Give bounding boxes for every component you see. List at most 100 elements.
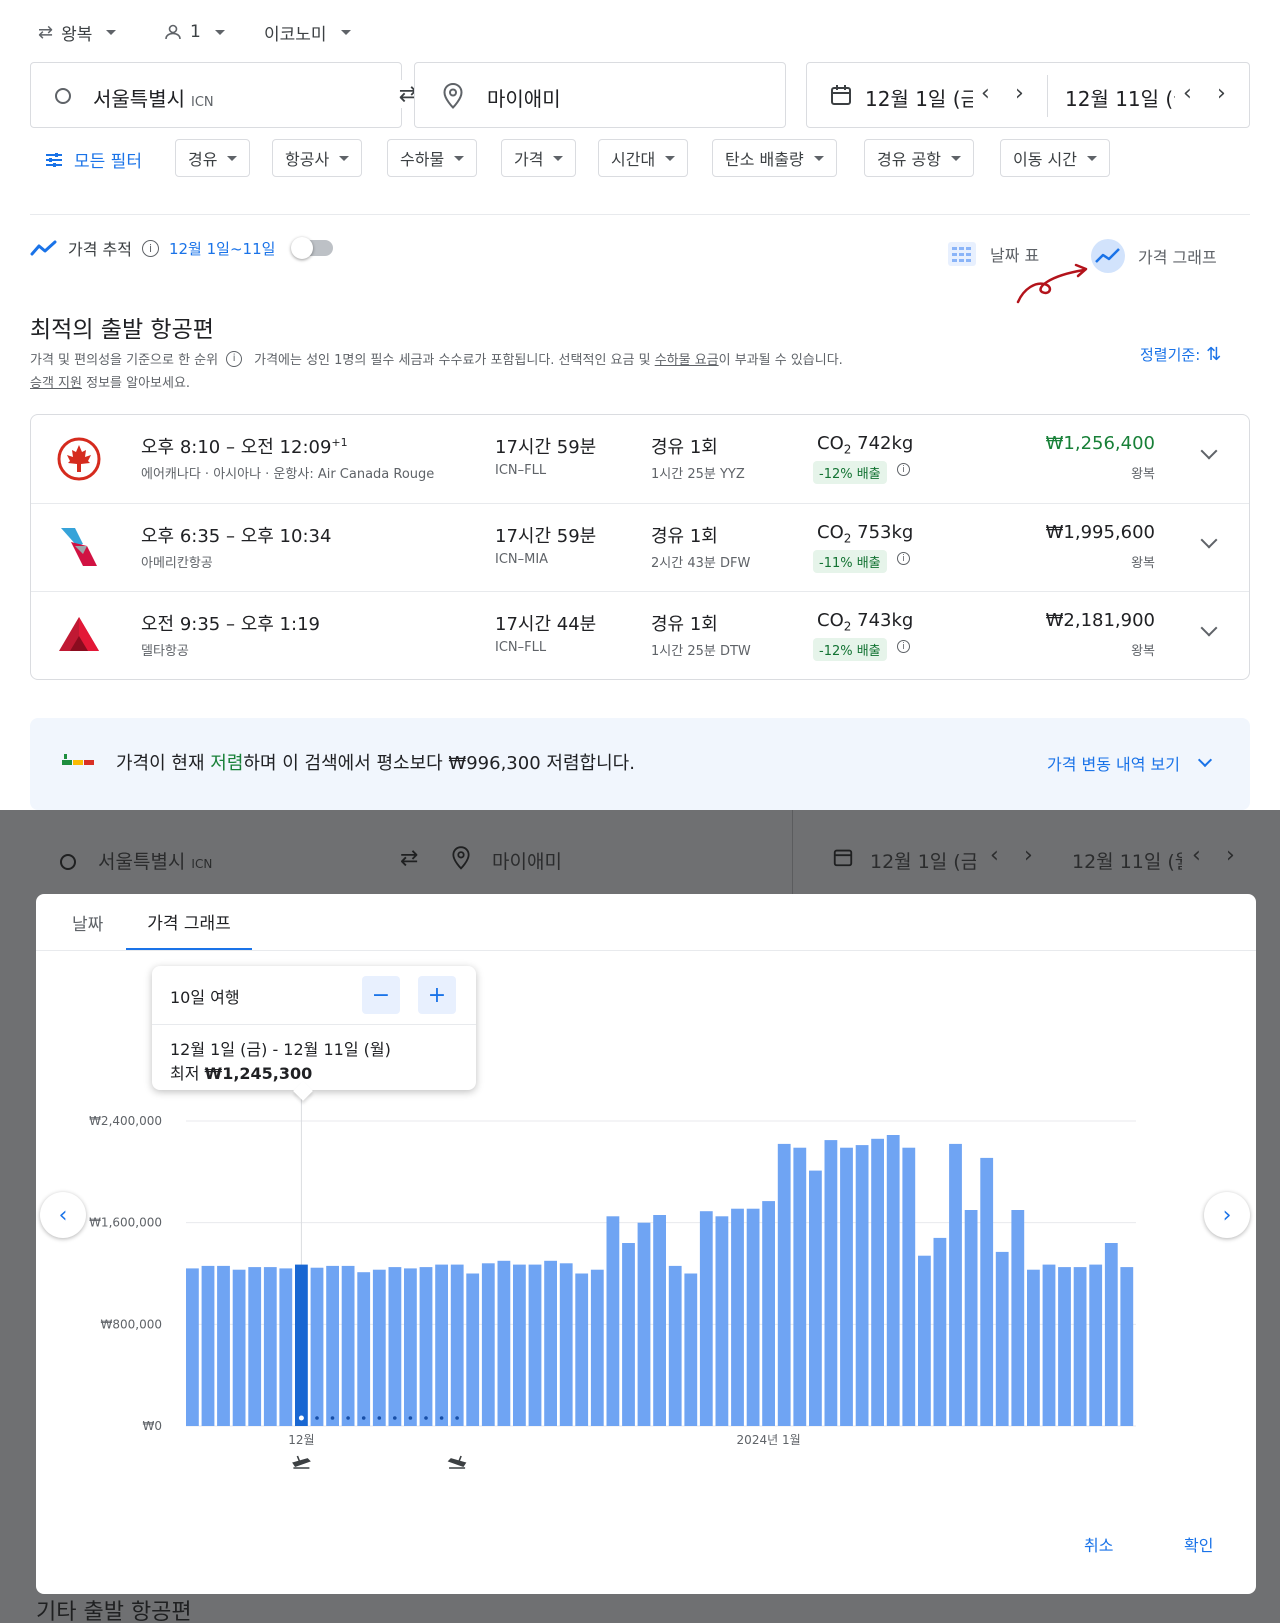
flight-row[interactable]: 오전 9:35 – 오후 1:19 델타항공 17시간 44분 ICN–FLL … [31,591,1249,679]
price-bar[interactable] [793,1147,807,1426]
price-bar[interactable] [435,1264,448,1426]
destination-field[interactable]: 마이애미 [414,62,786,128]
price-bar[interactable] [575,1273,589,1427]
filter-chip-times[interactable]: 시간대 [598,139,689,177]
price-bar[interactable] [1120,1267,1134,1426]
info-icon[interactable]: i [226,350,243,367]
next-depart-chevron-icon[interactable]: › [1015,81,1024,106]
price-bar[interactable] [824,1140,838,1426]
price-bar[interactable] [248,1267,262,1426]
price-bar[interactable] [481,1263,495,1426]
price-bar[interactable] [1058,1267,1071,1426]
decrease-trip-length-button[interactable]: − [362,976,400,1014]
price-bar[interactable] [404,1268,417,1426]
price-bar[interactable] [357,1272,371,1426]
filter-chip-emissions[interactable]: 탄소 배출량 [712,139,837,177]
price-bar[interactable] [544,1260,557,1426]
price-bar[interactable] [450,1264,464,1426]
price-bar[interactable] [871,1138,884,1426]
price-history-link[interactable]: 가격 변동 내역 보기 [1047,751,1213,775]
baggage-fees-link[interactable]: 수하물 요금 [655,353,719,368]
chart-next-button[interactable]: › [1204,1192,1250,1238]
price-bar[interactable] [310,1267,324,1426]
sort-button[interactable]: 정렬기준: ⇅ [1140,344,1221,365]
price-bar[interactable] [559,1263,573,1426]
expand-chevron-icon[interactable] [1200,619,1218,637]
price-bar[interactable] [1073,1267,1087,1426]
price-graph-button[interactable]: 가격 그래프 [1090,238,1217,274]
price-bar[interactable] [326,1265,339,1426]
price-bar[interactable] [606,1216,620,1426]
cabin-select[interactable]: 이코노미 [264,18,351,46]
price-bar[interactable] [1104,1243,1118,1426]
price-bar[interactable] [1042,1264,1056,1426]
return-date[interactable]: 12월 11일 (월 [1065,83,1175,112]
price-bar[interactable] [1089,1264,1103,1426]
confirm-button[interactable]: 확인 [1184,1532,1213,1556]
passenger-select[interactable]: 1 [164,18,225,46]
flight-row[interactable]: 오후 8:10 – 오전 12:09+1 에어캐나다 · 아시아나 · 운항사:… [31,415,1249,503]
trip-type-select[interactable]: ⇄ 왕복 [38,18,117,46]
all-filters-button[interactable]: 모든 필터 [44,147,142,172]
cancel-button[interactable]: 취소 [1084,1532,1113,1556]
price-bar[interactable] [715,1216,729,1426]
expand-chevron-icon[interactable] [1200,531,1218,549]
info-icon[interactable]: i [897,463,910,476]
chart-prev-button[interactable]: ‹ [40,1192,86,1238]
price-bar[interactable] [295,1264,308,1426]
filter-chip-connecting-airports[interactable]: 경유 공항 [864,139,974,177]
price-bar[interactable] [590,1269,604,1426]
increase-trip-length-button[interactable]: + [418,976,456,1014]
price-bar[interactable] [513,1264,526,1426]
price-bar[interactable] [840,1147,853,1426]
price-bar[interactable] [372,1269,386,1426]
price-bar[interactable] [622,1243,635,1426]
next-return-chevron-icon[interactable]: › [1217,81,1226,106]
price-bar[interactable] [949,1143,962,1426]
price-bar[interactable] [777,1143,791,1426]
filter-chip-baggage[interactable]: 수하물 [387,139,478,177]
price-bar[interactable] [201,1265,215,1426]
price-bar[interactable] [653,1215,666,1426]
origin-field[interactable]: 서울특별시 ICN [30,62,402,128]
price-tracking-toggle[interactable] [291,237,334,259]
filter-chip-price[interactable]: 가격 [501,139,577,177]
price-bar[interactable] [933,1237,947,1426]
price-bar[interactable] [1027,1269,1040,1426]
price-bar[interactable] [186,1268,199,1426]
price-bar[interactable] [886,1135,900,1426]
expand-chevron-icon[interactable] [1200,442,1218,460]
price-bar[interactable] [746,1208,760,1426]
price-bar[interactable] [964,1210,978,1426]
price-bar[interactable] [980,1157,994,1426]
filter-chip-duration[interactable]: 이동 시간 [1000,139,1110,177]
depart-date[interactable]: 12월 1일 (금) [865,83,973,112]
price-bar[interactable] [1011,1210,1025,1426]
price-bar[interactable] [902,1147,916,1426]
prev-depart-chevron-icon[interactable]: ‹ [981,81,990,106]
price-bar[interactable] [918,1255,931,1426]
price-bar[interactable] [341,1265,355,1426]
price-bar[interactable] [466,1273,480,1427]
filter-chip-stops[interactable]: 경유 [175,139,251,177]
price-bar[interactable] [232,1269,246,1426]
price-bar[interactable] [995,1251,1009,1426]
price-bar[interactable] [809,1170,822,1426]
prev-return-chevron-icon[interactable]: ‹ [1183,81,1192,106]
price-bar[interactable] [668,1265,682,1426]
price-bar[interactable] [528,1264,542,1426]
price-bar[interactable] [699,1211,713,1426]
flight-row[interactable]: 오후 6:35 – 오후 10:34 아메리칸항공 17시간 59분 ICN–M… [31,503,1249,591]
info-icon[interactable]: i [141,239,159,257]
price-bar[interactable] [855,1145,869,1426]
price-bar[interactable] [279,1268,293,1426]
price-bar[interactable] [684,1273,698,1427]
price-bar[interactable] [217,1265,230,1426]
price-bar[interactable] [497,1260,511,1426]
filter-chip-airlines[interactable]: 항공사 [272,139,363,177]
price-bar[interactable] [637,1222,651,1426]
price-bar[interactable] [388,1267,402,1426]
info-icon[interactable]: i [897,552,910,565]
price-bar[interactable] [762,1201,775,1426]
price-bar[interactable] [419,1267,433,1426]
